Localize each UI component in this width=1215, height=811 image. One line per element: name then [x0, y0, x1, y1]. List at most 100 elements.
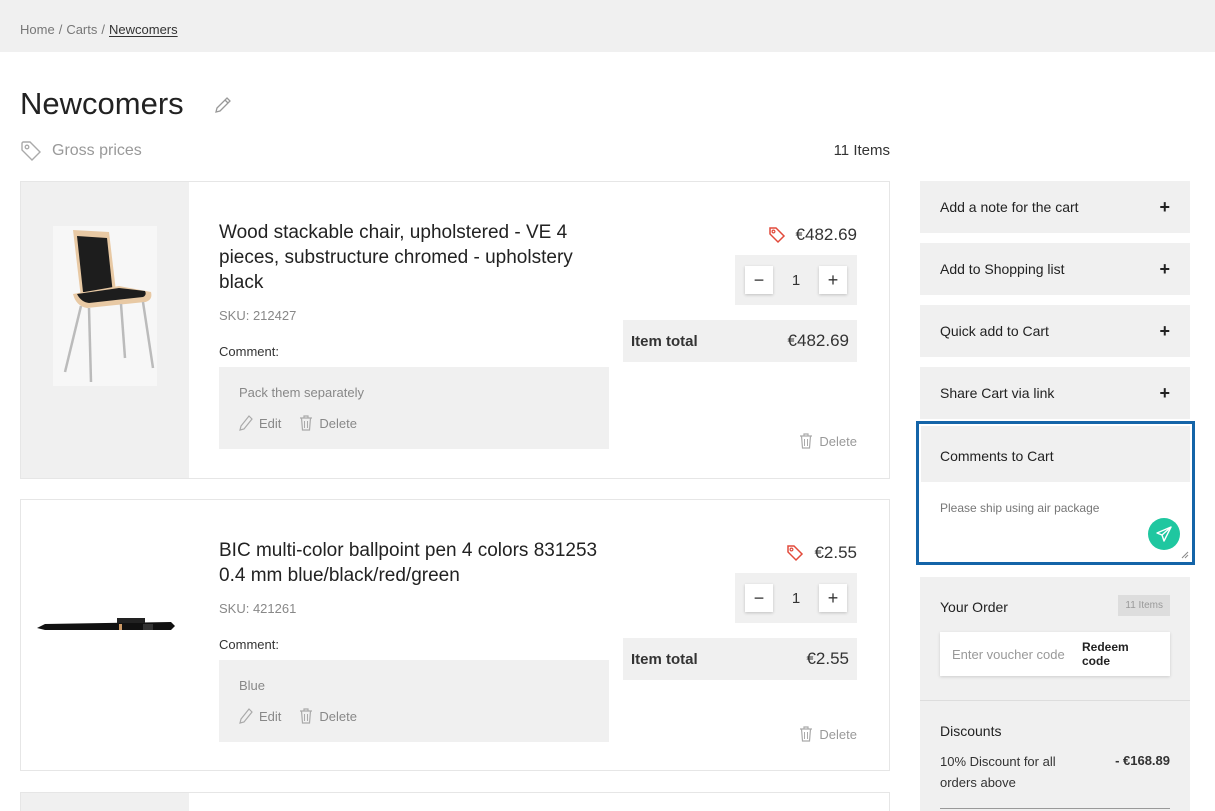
redeem-code-button[interactable]: Redeem code [1082, 640, 1160, 668]
pencil-icon [239, 708, 253, 724]
comment-actions: Edit Delete [239, 415, 357, 431]
resize-handle-icon[interactable] [1181, 551, 1189, 559]
price-mode: Gross prices [20, 140, 142, 162]
send-icon [1156, 526, 1172, 542]
add-note-label: Add a note for the cart [940, 199, 1079, 215]
item-total: Item total €2.55 [623, 638, 857, 680]
item-total-value: €2.55 [806, 649, 849, 668]
delete-item-button[interactable]: Delete [799, 433, 857, 449]
send-comment-button[interactable] [1148, 518, 1180, 550]
order-summary: Your Order 11 Items Redeem code Discount… [920, 577, 1190, 811]
quantity-stepper: − 1 + [735, 573, 857, 623]
breadcrumb: Home / Carts / Newcomers [20, 22, 178, 37]
tag-icon [21, 141, 41, 161]
discount-value: - €168.89 [1115, 753, 1170, 768]
item-total: Item total €482.69 [623, 320, 857, 362]
plus-icon: + [1159, 382, 1170, 403]
delete-comment-button[interactable]: Delete [299, 415, 357, 431]
comments-to-cart-panel: Comments to Cart Please ship using air p… [916, 421, 1195, 565]
price-mode-label: Gross prices [52, 142, 142, 159]
breadcrumb-bar: Home / Carts / Newcomers [0, 0, 1215, 52]
order-item-count-badge: 11 Items [1118, 595, 1170, 616]
discount-description: 10% Discount for all orders above [940, 754, 1056, 790]
breadcrumb-current[interactable]: Newcomers [109, 22, 178, 37]
pencil-icon[interactable] [214, 96, 232, 114]
unit-price-value: €2.55 [814, 543, 857, 562]
page-title: Newcomers [20, 86, 184, 121]
comment-label: Comment: [219, 637, 279, 652]
delete-item-label: Delete [819, 433, 857, 449]
add-note-panel[interactable]: Add a note for the cart + [920, 181, 1190, 233]
unit-price: €2.55 [786, 543, 857, 563]
edit-comment-button[interactable]: Edit [239, 708, 281, 724]
product-name[interactable]: BIC multi-color ballpoint pen 4 colors 8… [219, 538, 619, 588]
delete-comment-button[interactable]: Delete [299, 708, 357, 724]
chair-image [53, 226, 157, 386]
quantity-value[interactable]: 1 [792, 590, 800, 607]
decrease-quantity-button[interactable]: − [745, 266, 773, 294]
plus-icon: + [1159, 196, 1170, 217]
plus-icon: + [1159, 320, 1170, 341]
cart-item: Wood stackable chair, upholstered - VE 4… [20, 181, 890, 479]
unit-price-value: €482.69 [795, 225, 857, 244]
item-total-label: Item total [631, 332, 698, 350]
comment-label: Comment: [219, 344, 279, 359]
divider [940, 808, 1170, 809]
breadcrumb-separator: / [101, 22, 105, 37]
item-count: 11 Items [833, 142, 890, 159]
discounts-title: Discounts [940, 723, 1002, 739]
pen-image [37, 618, 175, 630]
comment-text: Pack them separately [239, 385, 365, 400]
cart-item: BIC multi-color ballpoint pen 4 colors 8… [20, 499, 890, 771]
add-to-shopping-list-label: Add to Shopping list [940, 261, 1065, 277]
cart-item [20, 792, 890, 811]
increase-quantity-button[interactable]: + [819, 584, 847, 612]
breadcrumb-separator: / [58, 22, 63, 37]
comments-to-cart-title: Comments to Cart [921, 426, 1190, 482]
delete-label: Delete [319, 415, 357, 431]
voucher-input[interactable] [952, 646, 1082, 662]
comment-box: Blue Edit Delete [219, 660, 609, 742]
cart-comment-textarea[interactable]: Please ship using air package [921, 482, 1190, 560]
share-cart-label: Share Cart via link [940, 385, 1055, 401]
unit-price: €482.69 [768, 225, 857, 245]
trash-icon [800, 433, 813, 449]
product-image[interactable] [21, 793, 189, 811]
product-sku: SKU: 212427 [219, 308, 297, 323]
breadcrumb-carts[interactable]: Carts [66, 22, 97, 37]
order-title: Your Order [940, 599, 1008, 615]
quantity-value[interactable]: 1 [792, 272, 800, 289]
plus-icon: + [1159, 258, 1170, 279]
item-total-label: Item total [631, 650, 698, 668]
item-total-value: €482.69 [787, 331, 849, 350]
add-to-shopping-list-panel[interactable]: Add to Shopping list + [920, 243, 1190, 295]
delete-label: Delete [319, 708, 357, 724]
voucher-form: Redeem code [940, 632, 1170, 676]
breadcrumb-home[interactable]: Home [20, 22, 55, 37]
product-image[interactable] [21, 182, 189, 478]
share-cart-panel[interactable]: Share Cart via link + [920, 367, 1190, 419]
comment-actions: Edit Delete [239, 708, 357, 724]
trash-icon [800, 726, 813, 742]
decrease-quantity-button[interactable]: − [745, 584, 773, 612]
edit-label: Edit [259, 415, 282, 431]
product-sku: SKU: 421261 [219, 601, 297, 616]
product-image[interactable] [21, 500, 189, 770]
comment-box: Pack them separately Edit Delete [219, 367, 609, 449]
comment-text: Blue [239, 678, 266, 693]
divider [920, 700, 1190, 701]
increase-quantity-button[interactable]: + [819, 266, 847, 294]
delete-item-label: Delete [819, 726, 857, 742]
cart-comment-text: Please ship using air package [940, 501, 1100, 515]
quantity-stepper: − 1 + [735, 255, 857, 305]
quick-add-panel[interactable]: Quick add to Cart + [920, 305, 1190, 357]
edit-label: Edit [259, 708, 282, 724]
trash-icon [300, 415, 313, 431]
trash-icon [300, 708, 313, 724]
price-tag-icon [768, 227, 785, 244]
edit-comment-button[interactable]: Edit [239, 415, 281, 431]
price-tag-icon [787, 545, 804, 562]
delete-item-button[interactable]: Delete [799, 726, 857, 742]
product-name[interactable]: Wood stackable chair, upholstered - VE 4… [219, 220, 619, 295]
pencil-icon [239, 415, 253, 431]
